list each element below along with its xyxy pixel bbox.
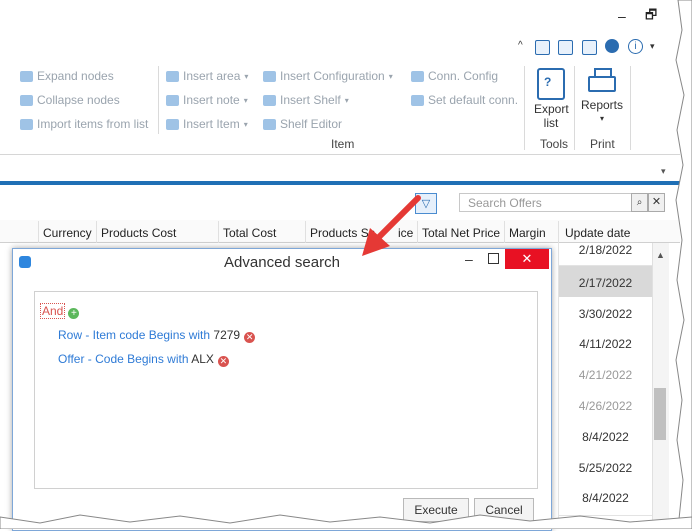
conn-config-button[interactable]: Conn. Config [411,69,498,83]
column-separator [558,243,559,529]
collapse-ribbon-icon[interactable]: ^ [518,40,523,51]
table-cell-update-date[interactable]: 2/18/2022 [559,243,652,266]
chevron-down-icon: ▾ [244,71,249,81]
column-header-total-cost[interactable]: Total Cost [223,226,276,240]
scroll-up-icon[interactable]: ▲ [656,250,665,260]
set-default-conn-button[interactable]: Set default conn. [411,93,518,107]
ribbon-divider [158,66,159,134]
grid-icon[interactable] [558,40,573,55]
ribbon-bottom-border [0,154,680,155]
condition-row[interactable]: Offer - Code Begins with ALX ✕ [58,352,229,367]
collapse-icon [20,94,33,106]
scrollbar-thumb[interactable] [654,388,666,440]
insert-area-button[interactable]: Insert area ▾ [166,69,248,83]
insert-item-button[interactable]: Insert Item ▾ [166,117,248,131]
connection-icon [411,70,424,82]
restore-button[interactable]: 🗗 [645,6,657,28]
shelf-editor-icon [263,118,276,130]
torn-bottom-decoration [0,514,692,529]
chevron-down-icon: ▾ [243,95,248,105]
search-icon[interactable]: ⌕ [631,193,648,212]
tools-group-label: Tools [540,137,569,151]
annotation-arrow [362,195,421,256]
dialog-close-button[interactable]: ✕ [505,249,549,269]
add-condition-icon[interactable]: + [68,308,80,319]
shelf-editor-button[interactable]: Shelf Editor [263,117,342,131]
ribbon-divider [574,66,575,150]
accent-bar [0,181,680,185]
insert-configuration-button[interactable]: Insert Configuration ▾ [263,69,393,83]
table-cell-update-date[interactable]: 2/17/2022 [559,266,652,301]
import-items-button[interactable]: Import items from list [20,117,148,131]
export-icon: ? [537,68,565,100]
column-header-products-cost[interactable]: Products Cost [101,226,176,240]
column-separator [558,221,559,243]
dialog-minimize-button[interactable]: – [465,251,473,267]
item-group-label: Item [331,137,355,151]
configuration-icon [263,70,276,82]
torn-edge-decoration [675,0,692,529]
vertical-scrollbar[interactable] [652,243,669,529]
minimize-button[interactable]: – [618,8,626,24]
export-list-button[interactable]: ? Export list [530,68,572,130]
column-header-currency[interactable]: Currency [43,226,92,240]
document-icon[interactable] [535,40,550,55]
condition-value[interactable]: 7279 [213,328,240,342]
print-group-label: Print [590,137,615,151]
chevron-down-icon: ▾ [243,119,248,129]
remove-condition-icon[interactable]: ✕ [217,356,229,367]
import-icon [20,118,33,130]
shelf-icon [263,94,276,106]
remove-condition-icon[interactable]: ✕ [244,332,256,343]
insert-shelf-button[interactable]: Insert Shelf ▾ [263,93,349,107]
collapse-nodes-button[interactable]: Collapse nodes [20,93,120,107]
chevron-down-icon: ▾ [344,95,349,105]
area-icon [166,70,179,82]
column-separator [96,221,97,243]
expand-nodes-button[interactable]: Expand nodes [20,69,114,83]
chevron-down-icon: ▾ [388,71,393,81]
expand-icon [20,70,33,82]
item-icon [166,118,179,130]
table-cell-update-date[interactable]: 8/4/2022 [559,420,652,455]
dropdown-caret-icon[interactable]: ▾ [650,41,655,52]
column-separator [218,221,219,243]
column-separator [38,221,39,243]
table-cell-update-date[interactable]: 4/21/2022 [559,358,652,393]
search-input[interactable]: Search Offers [459,193,641,212]
condition-tree-panel: And + Row - Item code Begins with 7279 ✕ O… [34,291,538,489]
column-separator [305,221,306,243]
ribbon-divider [524,66,525,150]
condition-field[interactable]: Row - Item code Begins with [58,328,210,342]
ribbon: Expand nodes Collapse nodes Import items… [0,62,680,154]
info-icon[interactable]: i [628,39,643,54]
condition-field[interactable]: Offer - Code Begins with [58,352,189,366]
printer-icon [588,68,616,94]
insert-note-button[interactable]: Insert note ▾ [166,93,248,107]
dialog-maximize-button[interactable] [488,253,499,264]
table-cell-update-date[interactable]: 4/26/2022 [559,389,652,424]
reports-button[interactable]: Reports ▾ [578,68,626,126]
chevron-down-icon: ▾ [599,114,604,123]
operator-label[interactable]: And [40,303,66,319]
settings-icon[interactable] [605,39,619,53]
table-cell-update-date[interactable]: 4/11/2022 [559,327,652,362]
ribbon-options-caret-icon[interactable]: ▾ [661,166,666,177]
ribbon-divider [630,66,631,150]
operator-node: And + [40,303,80,319]
advanced-search-dialog: Advanced search – ✕ And + Row - Item code… [12,248,552,531]
connection-default-icon [411,94,424,106]
column-header-total-net-price[interactable]: Total Net Price [422,226,500,240]
image-icon[interactable] [582,40,597,55]
note-icon [166,94,179,106]
column-header-update-date[interactable]: Update date [565,226,630,240]
column-separator [504,221,505,243]
column-header-margin[interactable]: Margin [509,226,546,240]
condition-row[interactable]: Row - Item code Begins with 7279 ✕ [58,328,256,343]
clear-search-icon[interactable]: ✕ [648,193,665,212]
condition-value[interactable]: ALX [191,352,214,366]
